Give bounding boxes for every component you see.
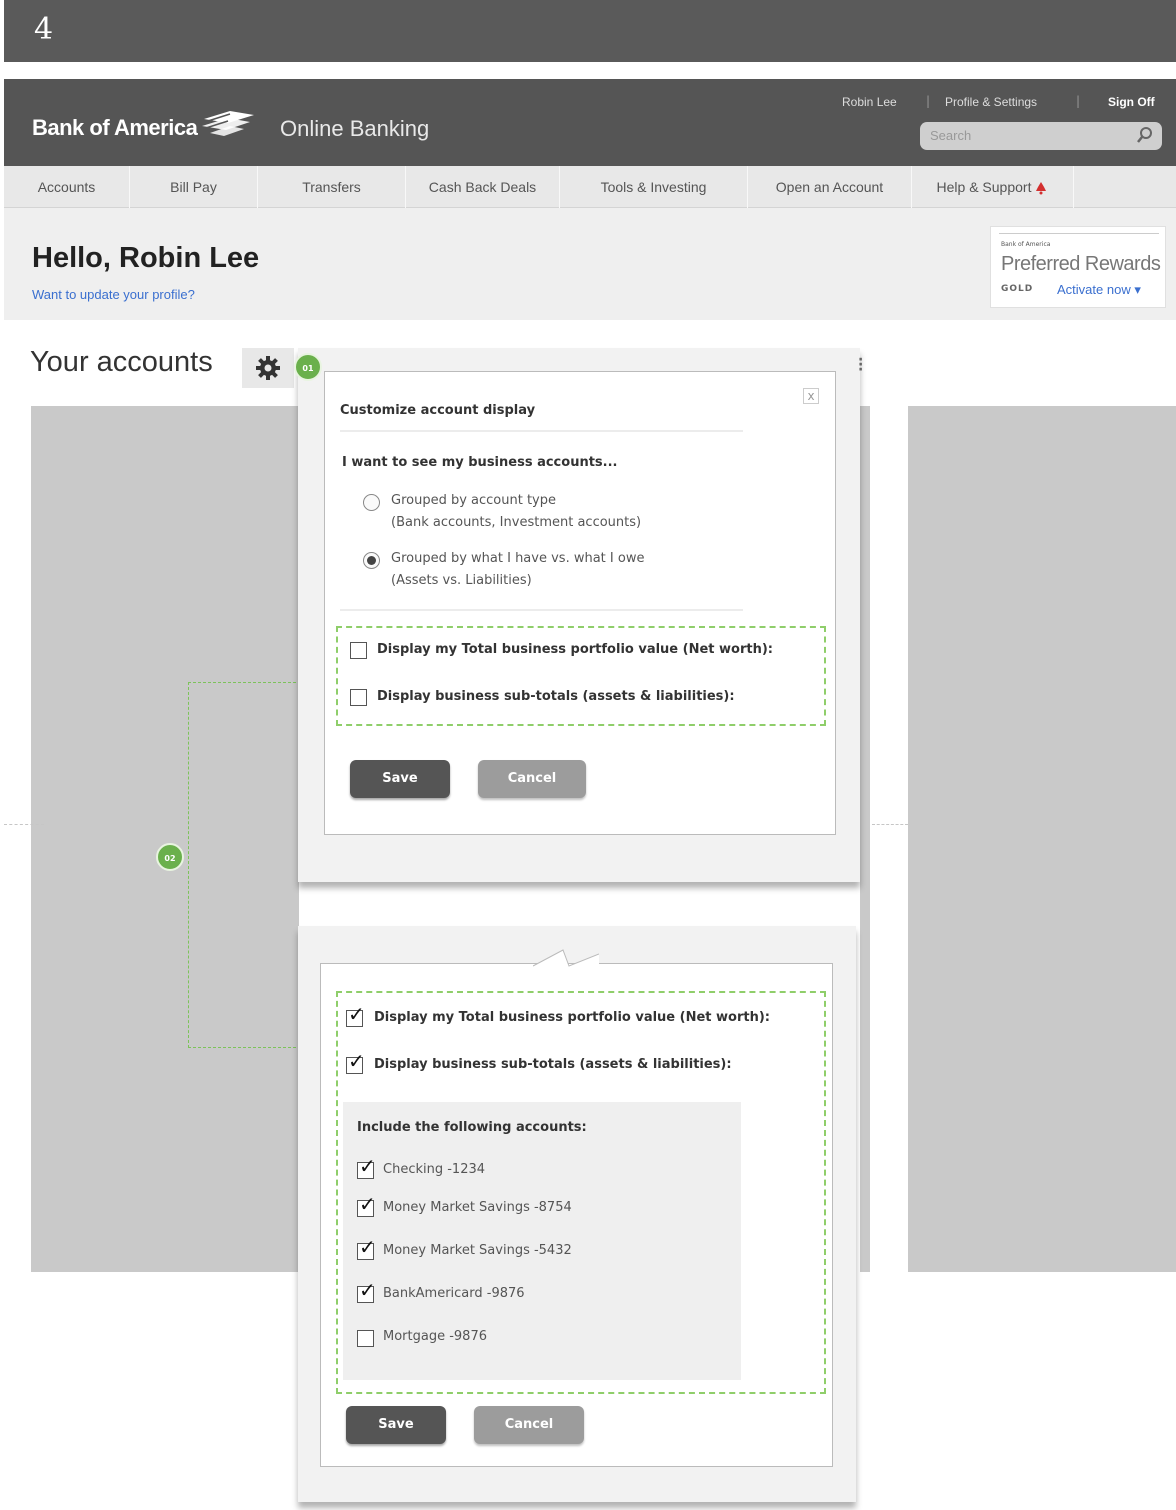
- radio-have-vs-owe-sub: (Assets vs. Liabilities): [391, 573, 532, 588]
- site-header: Bank of America Online Banking Robin Lee…: [4, 79, 1176, 166]
- greeting-title: Hello, Robin Lee: [32, 242, 260, 274]
- radio-account-type-sub: (Bank accounts, Investment accounts): [391, 515, 642, 530]
- product-name: Online Banking: [280, 116, 430, 141]
- highlight-box-1: [336, 626, 826, 726]
- account-label: Mortgage -9876: [383, 1329, 487, 1344]
- rewards-title: Preferred Rewards: [1001, 253, 1161, 275]
- checkbox-net-worth-2-label: Display my Total business portfolio valu…: [374, 1010, 770, 1025]
- customize-dialog-1: x Customize account display I want to se…: [324, 371, 836, 835]
- accounts-panel-middle-edge: [860, 406, 870, 1272]
- speech-notch-icon: [533, 949, 599, 967]
- checkbox-net-worth[interactable]: [350, 642, 367, 659]
- nav-item-cash-back-deals[interactable]: Cash Back Deals: [406, 166, 560, 208]
- checkbox-net-worth-label: Display my Total business portfolio valu…: [377, 642, 773, 657]
- update-profile-link[interactable]: Want to update your profile?: [32, 287, 195, 302]
- include-title: Include the following accounts:: [357, 1120, 587, 1135]
- account-label: Money Market Savings -5432: [383, 1243, 572, 1258]
- checkbox-subtotals-2-label: Display business sub-totals (assets & li…: [374, 1057, 732, 1072]
- radio-have-vs-owe-label: Grouped by what I have vs. what I owe: [391, 551, 645, 566]
- checkbox-subtotals-2[interactable]: [346, 1049, 365, 1074]
- step-bar: 4: [4, 0, 1176, 62]
- alert-bell-icon: [1036, 182, 1047, 195]
- cancel-button[interactable]: Cancel: [474, 1406, 584, 1444]
- close-icon[interactable]: x: [803, 388, 819, 404]
- profile-settings-link[interactable]: Profile & Settings: [945, 95, 1037, 109]
- nav-item-tools-investing[interactable]: Tools & Investing: [560, 166, 748, 208]
- accounts-panel-right: [908, 406, 1176, 1272]
- annotation-marker-01: 01: [294, 353, 322, 381]
- main-nav: Accounts Bill Pay Transfers Cash Back De…: [4, 166, 1176, 208]
- radio-have-vs-owe[interactable]: [363, 552, 380, 569]
- preferred-rewards-badge[interactable]: Bank of America Preferred Rewards GOLD A…: [990, 226, 1166, 308]
- sign-off-link[interactable]: Sign Off: [1108, 95, 1155, 109]
- checkbox-subtotals-label: Display business sub-totals (assets & li…: [377, 689, 735, 704]
- your-accounts-title: Your accounts: [30, 346, 213, 378]
- nav-item-help-support[interactable]: Help & Support: [912, 166, 1074, 208]
- customize-gear-button[interactable]: [242, 348, 294, 388]
- gear-icon: [256, 356, 280, 380]
- account-checkbox[interactable]: [357, 1278, 376, 1303]
- checkbox-subtotals[interactable]: [350, 689, 367, 706]
- checkbox-net-worth-2[interactable]: [346, 1002, 365, 1027]
- rewards-activate-link[interactable]: Activate now ▾: [1057, 282, 1141, 298]
- annotation-marker-02: 02: [156, 843, 184, 871]
- account-label: BankAmericard -9876: [383, 1286, 525, 1301]
- customize-dialog-2: Display my Total business portfolio valu…: [320, 949, 833, 1467]
- account-checkbox[interactable]: [357, 1330, 374, 1347]
- nav-item-transfers[interactable]: Transfers: [258, 166, 406, 208]
- dialog-question: I want to see my business accounts...: [342, 455, 618, 470]
- nav-help-label: Help & Support: [936, 179, 1032, 195]
- nav-item-open-account[interactable]: Open an Account: [748, 166, 912, 208]
- search-icon[interactable]: [1136, 126, 1154, 144]
- rewards-tier: GOLD: [1001, 284, 1034, 294]
- account-label: Money Market Savings -8754: [383, 1200, 572, 1215]
- bank-logo[interactable]: Bank of America: [32, 115, 198, 141]
- save-button[interactable]: Save: [346, 1406, 446, 1444]
- account-checkbox[interactable]: [357, 1235, 376, 1260]
- account-label: Checking -1234: [383, 1162, 486, 1177]
- account-checkbox[interactable]: [357, 1192, 376, 1217]
- include-accounts-panel: Include the following accounts: Checking…: [343, 1102, 741, 1380]
- rewards-brand: Bank of America: [1001, 241, 1051, 248]
- nav-item-bill-pay[interactable]: Bill Pay: [130, 166, 258, 208]
- dialog-title: Customize account display: [340, 403, 536, 418]
- search-input[interactable]: Search: [920, 122, 1162, 150]
- step-number: 4: [34, 12, 54, 47]
- radio-account-type-label: Grouped by account type: [391, 493, 557, 508]
- more-icon: · · ·: [858, 352, 864, 378]
- greeting-band: Hello, Robin Lee Want to update your pro…: [4, 208, 1176, 320]
- search-placeholder: Search: [930, 128, 972, 143]
- nav-item-accounts[interactable]: Accounts: [4, 166, 130, 208]
- cancel-button[interactable]: Cancel: [478, 760, 586, 798]
- save-button[interactable]: Save: [350, 760, 450, 798]
- flag-logo-icon: [202, 111, 254, 136]
- user-name-link[interactable]: Robin Lee: [842, 95, 897, 109]
- radio-account-type[interactable]: [363, 494, 380, 511]
- account-checkbox[interactable]: [357, 1154, 376, 1179]
